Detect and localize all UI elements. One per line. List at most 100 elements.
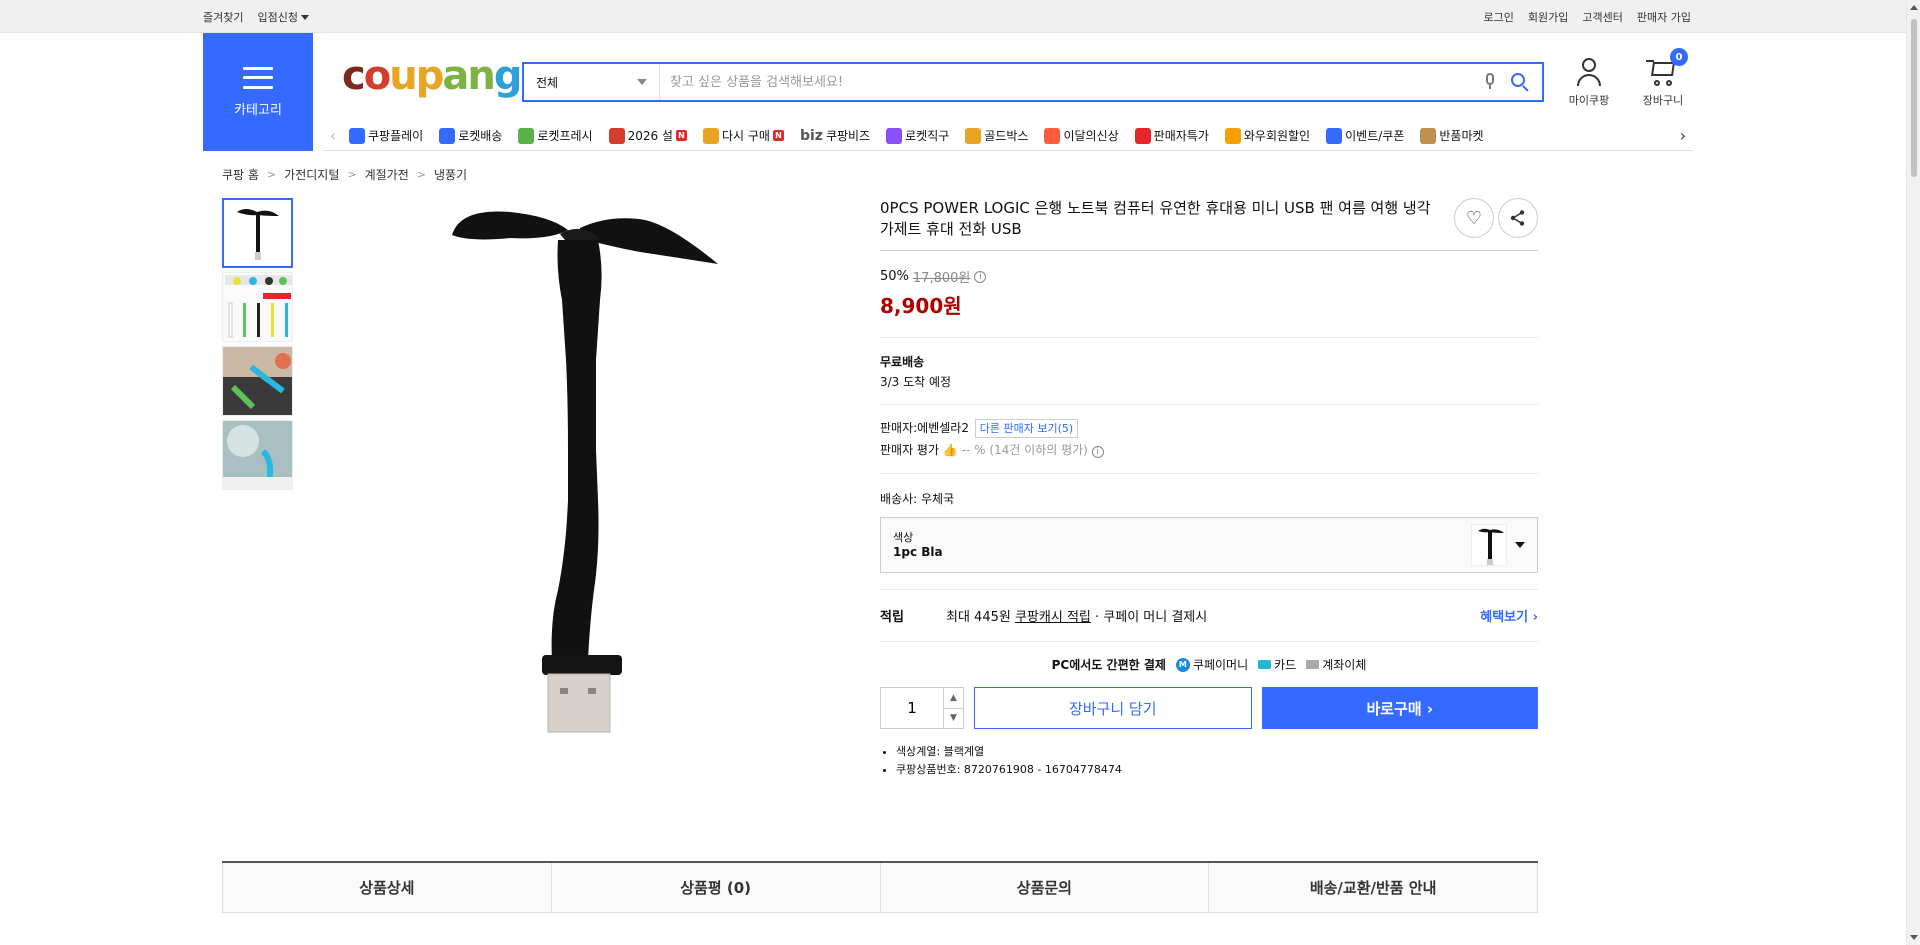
product-tabs: 상품상세 상품평 (0) 상품문의 배송/교환/반품 안내 — [222, 861, 1538, 913]
my-coupang-button[interactable]: 마이쿠팡 — [1558, 56, 1620, 108]
login-link[interactable]: 로그인 — [1484, 9, 1514, 25]
product-thumbnails — [222, 198, 293, 490]
quick-nav-label: 쿠팡플레이 — [368, 129, 424, 143]
breadcrumb-seasonal[interactable]: 계절가전 — [365, 166, 409, 183]
reward-cash-link[interactable]: 쿠팡캐시 적립 — [1015, 606, 1091, 625]
quick-nav-item[interactable]: 반품마켓 — [1420, 127, 1484, 144]
page-scrollbar[interactable] — [1906, 0, 1920, 945]
reward-row: 적립 최대 445원 쿠팡캐시 적립 · 쿠페이 머니 결제시 혜택보기 › — [880, 589, 1538, 642]
customer-center-link[interactable]: 고객센터 — [1582, 9, 1622, 25]
info-icon[interactable]: i — [974, 270, 987, 283]
favorites-link[interactable]: 즐겨찾기 — [203, 9, 243, 25]
search-scope-select[interactable]: 전체 — [524, 64, 660, 100]
quick-nav-item[interactable]: 다시 구매 N — [702, 127, 784, 144]
reward-label: 적립 — [880, 610, 904, 625]
quantity-input[interactable] — [881, 688, 943, 728]
chevron-right-icon: > — [347, 168, 357, 181]
breadcrumb-digital[interactable]: 가전디지털 — [284, 166, 339, 183]
share-icon[interactable] — [1498, 198, 1538, 238]
color-variants-thumbnail-image — [225, 275, 292, 338]
microphone-icon[interactable] — [1484, 73, 1496, 91]
product-attributes: 색상계열: 블랙계열 쿠팡상품번호: 8720761908 - 16704778… — [880, 743, 1538, 779]
pay-title: PC에서도 간편한 결제 — [1051, 658, 1166, 672]
quick-nav-item[interactable]: 2026 설N — [608, 127, 687, 144]
quick-nav-item[interactable]: 로켓프레시 — [518, 127, 593, 144]
pay-money: 쿠페이머니 — [1192, 658, 1249, 672]
quick-nav-label: 2026 설 — [627, 129, 673, 143]
product-main-image — [452, 211, 718, 733]
other-sellers-button[interactable]: 다른 판매자 보기(5) — [974, 419, 1079, 438]
thumbnail-4[interactable] — [222, 420, 293, 490]
quick-nav-label: 판매자특가 — [1153, 129, 1209, 143]
breadcrumb-cooler[interactable]: 냉풍기 — [434, 166, 467, 183]
quantity-increase-icon[interactable]: ▲ — [944, 688, 963, 709]
heart-icon[interactable]: ♡ — [1454, 198, 1494, 238]
chevron-left-icon[interactable]: ‹ — [323, 126, 343, 145]
quick-nav-item[interactable]: 와우회원할인 — [1224, 127, 1311, 144]
coupon-icon — [1326, 127, 1343, 144]
search-scope-value: 전체 — [536, 75, 559, 90]
benefit-more-link[interactable]: 혜택보기 › — [1480, 606, 1538, 625]
quick-nav-label: 골드박스 — [984, 129, 1029, 143]
quick-nav-item[interactable]: 이달의신상 — [1044, 127, 1119, 144]
tab-qna[interactable]: 상품문의 — [881, 863, 1210, 912]
option-label: 색상 — [893, 531, 914, 544]
global-icon — [886, 127, 903, 144]
tab-shipping-returns[interactable]: 배송/교환/반품 안내 — [1209, 863, 1538, 912]
info-icon[interactable]: i — [1091, 446, 1104, 458]
search-input[interactable] — [660, 64, 1484, 100]
outdoor-thumbnail-image — [223, 421, 292, 489]
quick-nav-item[interactable]: 로켓직구 — [886, 127, 949, 144]
coupay-money-icon: M — [1175, 657, 1190, 672]
category-menu-button[interactable]: 카테고리 — [203, 33, 313, 151]
breadcrumb: 쿠팡 홈 > 가전디지털 > 계절가전 > 냉풍기 — [222, 166, 467, 183]
goldbox-icon — [965, 127, 982, 144]
reward-amount: 최대 445원 — [946, 610, 1011, 625]
quick-nav-item[interactable]: biz 쿠팡비즈 — [800, 127, 870, 144]
seller-rating-label: 판매자 평가 — [880, 443, 940, 457]
user-icon — [1574, 56, 1604, 88]
signup-link[interactable]: 회원가입 — [1528, 9, 1568, 25]
buy-now-button[interactable]: 바로구매 › — [1261, 687, 1538, 729]
tab-reviews[interactable]: 상품평 (0) — [552, 863, 881, 912]
hamburger-icon — [243, 66, 273, 89]
shipping-label: 무료배송 — [880, 355, 925, 369]
coupang-logo[interactable]: coupang — [342, 56, 522, 96]
quick-nav-item[interactable]: 골드박스 — [965, 127, 1028, 144]
quick-nav-label: 와우회원할인 — [1243, 129, 1311, 143]
cart-button[interactable]: 0 장바구니 — [1632, 48, 1694, 108]
quantity-stepper: ▲ ▼ — [880, 687, 964, 729]
return-market-icon — [1420, 127, 1437, 144]
attr-product-id: 쿠팡상품번호: 8720761908 - 16704778474 — [896, 761, 1538, 779]
rebuy-icon — [702, 127, 719, 144]
cart-label: 장바구니 — [1642, 94, 1684, 107]
cart-icon: 0 — [1646, 48, 1688, 88]
search-icon[interactable] — [1510, 72, 1530, 92]
bank-icon — [1306, 660, 1320, 669]
scroll-up-arrow-icon[interactable] — [1910, 5, 1918, 10]
add-to-cart-button[interactable]: 장바구니 담기 — [974, 687, 1252, 729]
quick-nav-item[interactable]: 판매자특가 — [1134, 127, 1209, 144]
seller-signup-link[interactable]: 판매자 가입 — [1637, 9, 1691, 25]
quick-nav: ‹ 쿠팡플레이 로켓배송 로켓프레시 2026 설 N 다시 구매 N biz 쿠팡비즈 로켓직구… — [323, 121, 1693, 151]
quantity-decrease-icon[interactable]: ▼ — [944, 709, 963, 729]
breadcrumb-home[interactable]: 쿠팡 홈 — [222, 166, 259, 183]
search-bar: 전체 — [522, 62, 1544, 102]
quick-nav-item[interactable]: 로켓배송 — [439, 127, 502, 144]
chevron-right-icon[interactable]: › — [1673, 126, 1693, 145]
quick-nav-label: 로켓직구 — [905, 129, 950, 143]
chevron-down-icon — [637, 79, 647, 85]
thumbnail-1[interactable] — [222, 198, 293, 268]
payment-methods: PC에서도 간편한 결제 M 쿠페이머니 카드 계좌이체 — [880, 642, 1538, 687]
scrollbar-thumb[interactable] — [1910, 18, 1918, 178]
quick-nav-item[interactable]: 쿠팡플레이 — [349, 127, 423, 144]
scroll-down-arrow-icon[interactable] — [1910, 935, 1918, 940]
quick-nav-item[interactable]: 이벤트/쿠폰 — [1326, 127, 1404, 144]
option-value: 1pc Bla — [893, 545, 943, 559]
thumbnail-2[interactable] — [222, 272, 293, 342]
color-option-select[interactable]: 색상 1pc Bla — [880, 517, 1538, 573]
store-apply-dropdown[interactable]: 입점신청 — [257, 9, 309, 25]
tab-details[interactable]: 상품상세 — [222, 863, 552, 912]
thumbnail-3[interactable] — [222, 346, 293, 416]
seller-name[interactable]: 에벤셀라2 — [917, 421, 969, 435]
